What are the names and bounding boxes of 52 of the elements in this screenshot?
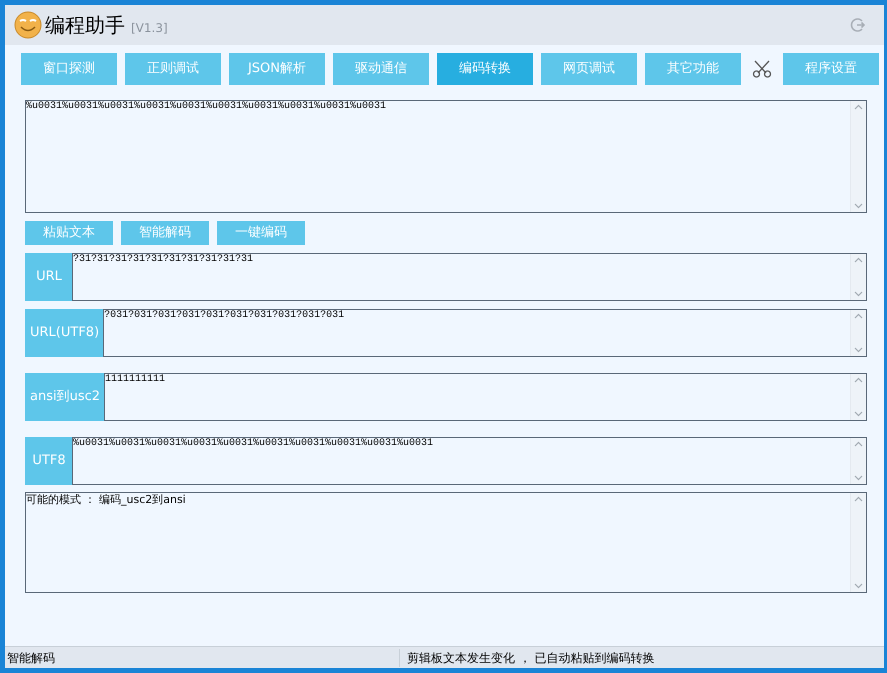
text-area[interactable]: 1111111111 bbox=[104, 373, 867, 421]
status-text: 剪辑板文本发生变化 ， 已自动粘贴到编码转换 bbox=[406, 650, 655, 666]
scrollbar[interactable] bbox=[850, 101, 866, 212]
tab[interactable]: JSON解析 bbox=[229, 53, 325, 85]
exit-icon[interactable] bbox=[850, 17, 866, 33]
tab[interactable]: 编码转换 bbox=[437, 53, 533, 85]
field-label: URL bbox=[25, 253, 73, 301]
scroll-down-icon[interactable] bbox=[854, 291, 863, 297]
action-button[interactable]: 一键编码 bbox=[217, 221, 305, 245]
scrollbar[interactable] bbox=[850, 310, 866, 356]
scrollbar[interactable] bbox=[850, 493, 866, 592]
scroll-up-icon[interactable] bbox=[854, 441, 863, 447]
text-area-value: 1111111111 bbox=[105, 374, 166, 386]
scroll-up-icon[interactable] bbox=[854, 496, 863, 502]
text-area-value: ?31?31?31?31?31?31?31?31?31?31 bbox=[73, 254, 254, 266]
scroll-down-icon[interactable] bbox=[854, 583, 863, 589]
field-label: URL(UTF8) bbox=[25, 309, 104, 357]
tab[interactable]: 窗口探测 bbox=[21, 53, 117, 85]
text-area[interactable]: ?31?31?31?31?31?31?31?31?31?31 bbox=[72, 253, 867, 301]
field-label: UTF8 bbox=[25, 437, 73, 485]
field-label: ansi到usc2 bbox=[25, 373, 106, 421]
scroll-down-icon[interactable] bbox=[854, 411, 863, 417]
text-area-value: %u0031%u0031%u0031%u0031%u0031%u0031%u0031%u0031%u0031%u0031 bbox=[73, 438, 434, 450]
text-area-value: %u0031%u0031%u0031%u0031%u0031%u0031%u0031%u0031%u0031%u0031 bbox=[26, 101, 388, 113]
scroll-up-icon[interactable] bbox=[854, 377, 863, 383]
scroll-up-icon[interactable] bbox=[854, 257, 863, 263]
scrollbar[interactable] bbox=[850, 438, 866, 484]
window-title: 编程助手 bbox=[45, 12, 125, 39]
scrollbar[interactable] bbox=[850, 254, 866, 300]
tab[interactable]: 其它功能 bbox=[645, 53, 741, 85]
tab[interactable]: 程序设置 bbox=[783, 53, 879, 85]
status-text: 智能解码 bbox=[5, 648, 400, 666]
text-area[interactable]: %u0031%u0031%u0031%u0031%u0031%u0031%u0031%u0031%u0031%u0031 bbox=[72, 437, 867, 485]
result-area[interactable]: 可能的模式 ： 编码_usc2到ansi bbox=[25, 492, 867, 593]
tab[interactable]: 正则调试 bbox=[125, 53, 221, 85]
tab[interactable]: 网页调试 bbox=[541, 53, 637, 85]
scroll-down-icon[interactable] bbox=[854, 347, 863, 353]
scroll-up-icon[interactable] bbox=[854, 313, 863, 319]
action-button[interactable]: 智能解码 bbox=[121, 221, 209, 245]
scroll-up-icon[interactable] bbox=[854, 104, 863, 110]
scroll-down-icon[interactable] bbox=[854, 475, 863, 481]
result-text: 可能的模式 ： 编码_usc2到ansi bbox=[26, 493, 187, 507]
text-area[interactable]: %u0031%u0031%u0031%u0031%u0031%u0031%u0031%u0031%u0031%u0031 bbox=[25, 100, 867, 213]
version-label: [V1.3] bbox=[131, 20, 168, 37]
smiley-icon bbox=[14, 11, 42, 39]
tab[interactable]: 驱动通信 bbox=[333, 53, 429, 85]
text-area-value: ?031?031?031?031?031?031?031?031?031?031 bbox=[104, 310, 346, 322]
text-area[interactable]: ?031?031?031?031?031?031?031?031?031?031 bbox=[103, 309, 867, 357]
scissors-icon[interactable] bbox=[752, 60, 772, 78]
scroll-down-icon[interactable] bbox=[854, 203, 863, 209]
action-button[interactable]: 粘贴文本 bbox=[25, 221, 113, 245]
scrollbar[interactable] bbox=[850, 374, 866, 420]
